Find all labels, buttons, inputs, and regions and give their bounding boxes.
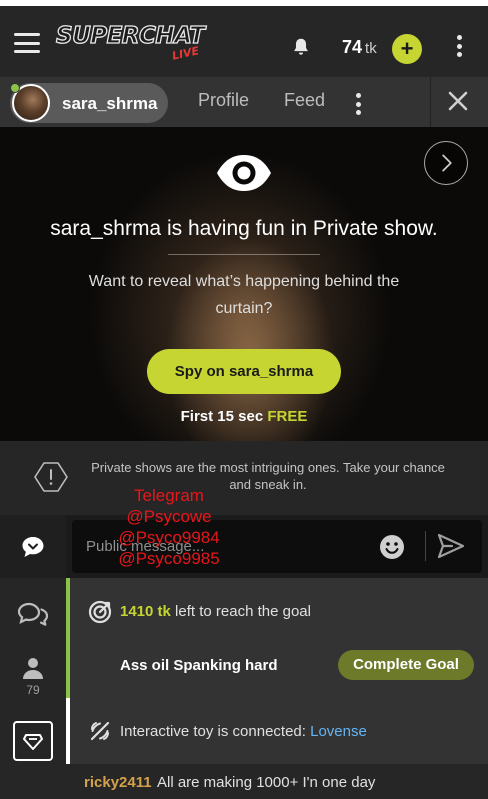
goal-suffix: left to reach the goal: [170, 603, 311, 620]
toy-icon: [90, 721, 110, 741]
chat-bubble-icon: [22, 537, 44, 557]
divider: [425, 531, 426, 561]
logo-text: SUPERCHAT: [55, 22, 205, 49]
chat-text: All are making 1000+ I'n one day: [157, 774, 376, 791]
lovense-link[interactable]: Lovense: [310, 723, 367, 740]
token-unit: tk: [365, 40, 377, 57]
goal-card: 1410 tk left to reach the goal Ass oil S…: [66, 578, 488, 698]
viewer-count: 79: [26, 683, 40, 697]
send-icon[interactable]: [437, 533, 465, 559]
user-icon: [23, 658, 43, 679]
model-tab-bar: sara_shrma Profile Feed: [0, 77, 488, 127]
divider: [168, 254, 320, 255]
private-show-hero: sara_shrma is having fun in Private show…: [0, 127, 488, 441]
goal-progress-text: 1410 tk left to reach the goal: [120, 603, 311, 620]
divider: [430, 77, 431, 127]
rail-viewers-button[interactable]: [0, 650, 66, 710]
toy-status-text: Interactive toy is connected: Lovense: [120, 723, 367, 740]
rail-chat-button[interactable]: [0, 515, 66, 578]
toy-label: Interactive toy is connected:: [120, 723, 311, 740]
tab-profile[interactable]: Profile: [198, 90, 249, 111]
spy-button[interactable]: Spy on sara_shrma: [147, 349, 341, 394]
tab-more-icon[interactable]: [352, 93, 364, 117]
buy-tokens-button[interactable]: +: [392, 34, 422, 64]
goal-amount: 1410 tk: [120, 603, 171, 620]
private-show-subtitle: Want to reveal what’s happening behind t…: [88, 273, 400, 317]
chevron-right-icon[interactable]: [424, 141, 468, 185]
tip-button[interactable]: [13, 721, 53, 761]
free-label: FREE: [267, 408, 308, 425]
toy-status-card: Interactive toy is connected: Lovense: [66, 698, 488, 764]
logo[interactable]: SUPERCHAT LIVE: [55, 22, 205, 63]
tip-diamond-icon: [23, 734, 43, 750]
token-amount: 74: [342, 37, 363, 57]
online-status-dot: [10, 83, 20, 93]
message-bar: [66, 515, 488, 578]
info-banner: Private shows are the most intriguing on…: [0, 441, 488, 515]
public-message-input[interactable]: [72, 520, 482, 573]
more-vertical-icon[interactable]: [453, 35, 465, 61]
target-icon: [88, 600, 112, 624]
eye-icon: [217, 155, 271, 191]
chat-group-icon: [17, 602, 49, 626]
free-preview-note: First 15 sec FREE: [0, 408, 488, 425]
emoji-icon[interactable]: [379, 534, 405, 560]
complete-goal-button[interactable]: Complete Goal: [338, 650, 474, 680]
rail-users-chat-button[interactable]: [0, 585, 66, 645]
tab-feed[interactable]: Feed: [284, 90, 325, 111]
model-username: sara_shrma: [62, 94, 158, 113]
info-text: Private shows are the most intriguing on…: [91, 460, 445, 492]
top-bar: SUPERCHAT LIVE 74 tk +: [0, 0, 488, 77]
goal-title: Ass oil Spanking hard: [120, 657, 278, 674]
token-balance[interactable]: 74 tk: [342, 37, 377, 58]
alert-octagon-icon: [34, 462, 68, 492]
chat-username[interactable]: ricky2411: [84, 774, 152, 791]
free-preview-prefix: First 15 sec: [180, 408, 268, 425]
private-show-title: sara_shrma is having fun in Private show…: [50, 217, 438, 240]
bell-icon[interactable]: [290, 36, 312, 58]
chat-message: ricky2411 All are making 1000+ I'n one d…: [66, 764, 488, 799]
model-user-pill[interactable]: sara_shrma: [10, 83, 168, 123]
menu-icon[interactable]: [14, 33, 40, 53]
close-icon[interactable]: [446, 89, 470, 113]
